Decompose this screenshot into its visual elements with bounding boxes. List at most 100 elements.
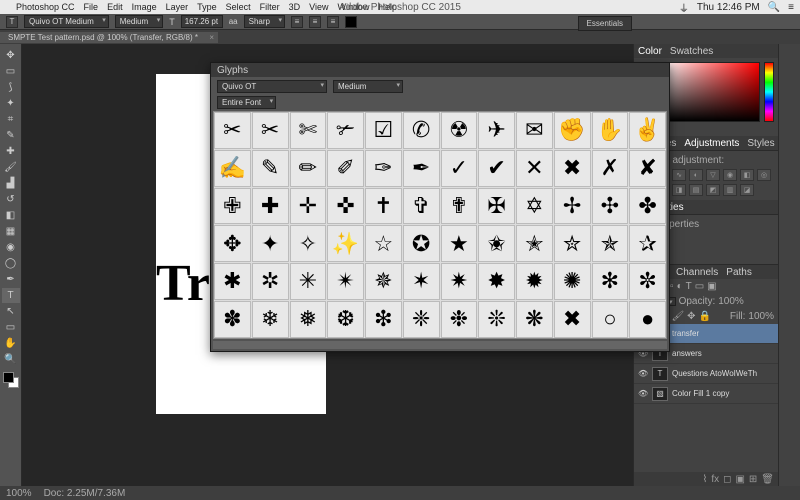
adj-curves-icon[interactable]: ∿ — [672, 169, 686, 181]
glyph-cell[interactable]: ✺ — [554, 263, 591, 300]
shape-tool-icon[interactable]: ▭ — [2, 320, 20, 335]
tab-styles[interactable]: Styles — [747, 138, 774, 149]
layer-name[interactable]: transfer — [672, 329, 699, 338]
glyph-cell[interactable]: ✤ — [629, 188, 666, 225]
new-group-icon[interactable]: ▣ — [735, 474, 744, 485]
workspace-switcher[interactable]: Essentials — [578, 16, 632, 31]
document-tab[interactable]: SMPTE Test pattern.psd @ 100% (Transfer,… — [0, 32, 218, 43]
glyph-cell[interactable]: ● — [629, 301, 666, 338]
glyph-cell[interactable]: ✂ — [252, 112, 289, 149]
gradient-tool-icon[interactable]: ▦ — [2, 224, 20, 239]
wifi-icon[interactable]: ⏚ — [679, 0, 689, 15]
spotlight-icon[interactable]: 🔍 — [768, 2, 780, 13]
glyph-cell[interactable]: ✄ — [290, 112, 327, 149]
glyph-cell[interactable]: ✛ — [290, 188, 327, 225]
canvas-text-layer[interactable]: Tr — [156, 254, 210, 313]
glyph-cell[interactable]: ❇ — [365, 301, 402, 338]
menu-image[interactable]: Image — [132, 2, 157, 12]
glyph-cell[interactable]: ✜ — [327, 188, 364, 225]
glyph-cell[interactable]: ○ — [592, 301, 629, 338]
glyphs-style-select[interactable]: Medium — [333, 80, 403, 93]
align-right-icon[interactable]: ≡ — [327, 16, 339, 28]
filter-type-icon[interactable]: T — [686, 281, 692, 292]
adj-gradient-icon[interactable]: ▥ — [723, 184, 737, 196]
glyph-cell[interactable]: ❆ — [327, 301, 364, 338]
eraser-tool-icon[interactable]: ◧ — [2, 208, 20, 223]
glyph-cell[interactable]: ✔ — [478, 150, 515, 187]
type-tool-preset-icon[interactable]: T — [6, 16, 18, 28]
fx-icon[interactable]: fx — [711, 474, 719, 485]
doc-size[interactable]: Doc: 2.25M/7.36M — [44, 488, 126, 499]
wand-tool-icon[interactable]: ✦ — [2, 96, 20, 111]
fill-value[interactable]: 100% — [748, 311, 774, 322]
glyph-cell[interactable]: ✼ — [629, 263, 666, 300]
glyph-cell[interactable]: ✊ — [554, 112, 591, 149]
opacity-value[interactable]: 100% — [718, 296, 744, 307]
glyph-cell[interactable]: ✳ — [290, 263, 327, 300]
glyph-cell[interactable]: ✗ — [592, 150, 629, 187]
notification-icon[interactable]: ≡ — [788, 2, 794, 13]
tab-paths[interactable]: Paths — [726, 267, 752, 278]
glyph-cell[interactable]: ✚ — [252, 188, 289, 225]
visibility-icon[interactable]: 👁 — [638, 369, 648, 378]
menu-file[interactable]: File — [84, 2, 99, 12]
glyph-cell[interactable]: ✖ — [554, 301, 591, 338]
menu-3d[interactable]: 3D — [289, 2, 301, 12]
glyph-cell[interactable]: ✠ — [478, 188, 515, 225]
fg-bg-swatches[interactable] — [3, 372, 19, 388]
dodge-tool-icon[interactable]: ◯ — [2, 256, 20, 271]
glyph-cell[interactable]: ✵ — [365, 263, 402, 300]
zoom-tool-icon[interactable]: 🔍 — [2, 352, 20, 367]
adj-photo-filter-icon[interactable]: ◎ — [757, 169, 771, 181]
glyph-cell[interactable]: ❋ — [516, 301, 553, 338]
color-picker-field[interactable] — [660, 62, 760, 122]
adj-vibrance-icon[interactable]: ▽ — [706, 169, 720, 181]
lock-all-icon[interactable]: 🔒 — [699, 311, 711, 322]
glyph-cell[interactable]: ✆ — [403, 112, 440, 149]
font-family-select[interactable]: Quivo OT Medium — [24, 15, 109, 28]
adj-threshold-icon[interactable]: ◩ — [706, 184, 720, 196]
glyph-cell[interactable]: ❅ — [290, 301, 327, 338]
align-left-icon[interactable]: ≡ — [291, 16, 303, 28]
glyph-cell[interactable]: ✦ — [252, 225, 289, 262]
glyph-cell[interactable]: ✥ — [214, 225, 251, 262]
adj-bw-icon[interactable]: ◧ — [740, 169, 754, 181]
lock-pos-icon[interactable]: ✥ — [687, 311, 695, 322]
align-center-icon[interactable]: ≡ — [309, 16, 321, 28]
mask-icon[interactable]: ◻ — [723, 474, 731, 485]
glyphs-font-select[interactable]: Quivo OT — [217, 80, 327, 93]
glyph-cell[interactable]: ✈ — [478, 112, 515, 149]
glyph-cell[interactable]: ✏ — [290, 150, 327, 187]
tab-color[interactable]: Color — [638, 46, 662, 57]
menu-edit[interactable]: Edit — [107, 2, 123, 12]
glyph-cell[interactable]: ❉ — [441, 301, 478, 338]
new-layer-icon[interactable]: ⊞ — [749, 474, 757, 485]
menu-filter[interactable]: Filter — [260, 2, 280, 12]
antialias-select[interactable]: Sharp — [244, 15, 285, 28]
link-layers-icon[interactable]: ⌇ — [702, 474, 707, 485]
glyph-cell[interactable]: ✷ — [441, 263, 478, 300]
glyph-cell[interactable]: ✘ — [629, 150, 666, 187]
tab-swatches[interactable]: Swatches — [670, 46, 713, 57]
glyph-cell[interactable]: ✑ — [365, 150, 402, 187]
menu-view[interactable]: View — [309, 2, 328, 12]
glyph-cell[interactable]: ☢ — [441, 112, 478, 149]
glyph-cell[interactable]: ✯ — [592, 225, 629, 262]
type-tool-icon[interactable]: T — [2, 288, 20, 303]
glyph-cell[interactable]: ✖ — [554, 150, 591, 187]
glyph-cell[interactable]: ✶ — [403, 263, 440, 300]
glyph-cell[interactable]: ✭ — [516, 225, 553, 262]
tab-channels[interactable]: Channels — [676, 267, 718, 278]
text-color-swatch[interactable] — [345, 16, 357, 28]
stamp-tool-icon[interactable]: ▟ — [2, 176, 20, 191]
adj-selective-icon[interactable]: ◪ — [740, 184, 754, 196]
lasso-tool-icon[interactable]: ⟆ — [2, 80, 20, 95]
glyph-cell[interactable]: ✍ — [214, 150, 251, 187]
adj-posterize-icon[interactable]: ▤ — [689, 184, 703, 196]
filter-adj-icon[interactable]: ◐ — [677, 281, 683, 292]
visibility-icon[interactable]: 👁 — [638, 389, 648, 398]
glyph-cell[interactable]: ❊ — [478, 301, 515, 338]
glyph-cell[interactable]: ✓ — [441, 150, 478, 187]
glyph-cell[interactable]: ✙ — [214, 188, 251, 225]
glyph-cell[interactable]: ✧ — [290, 225, 327, 262]
